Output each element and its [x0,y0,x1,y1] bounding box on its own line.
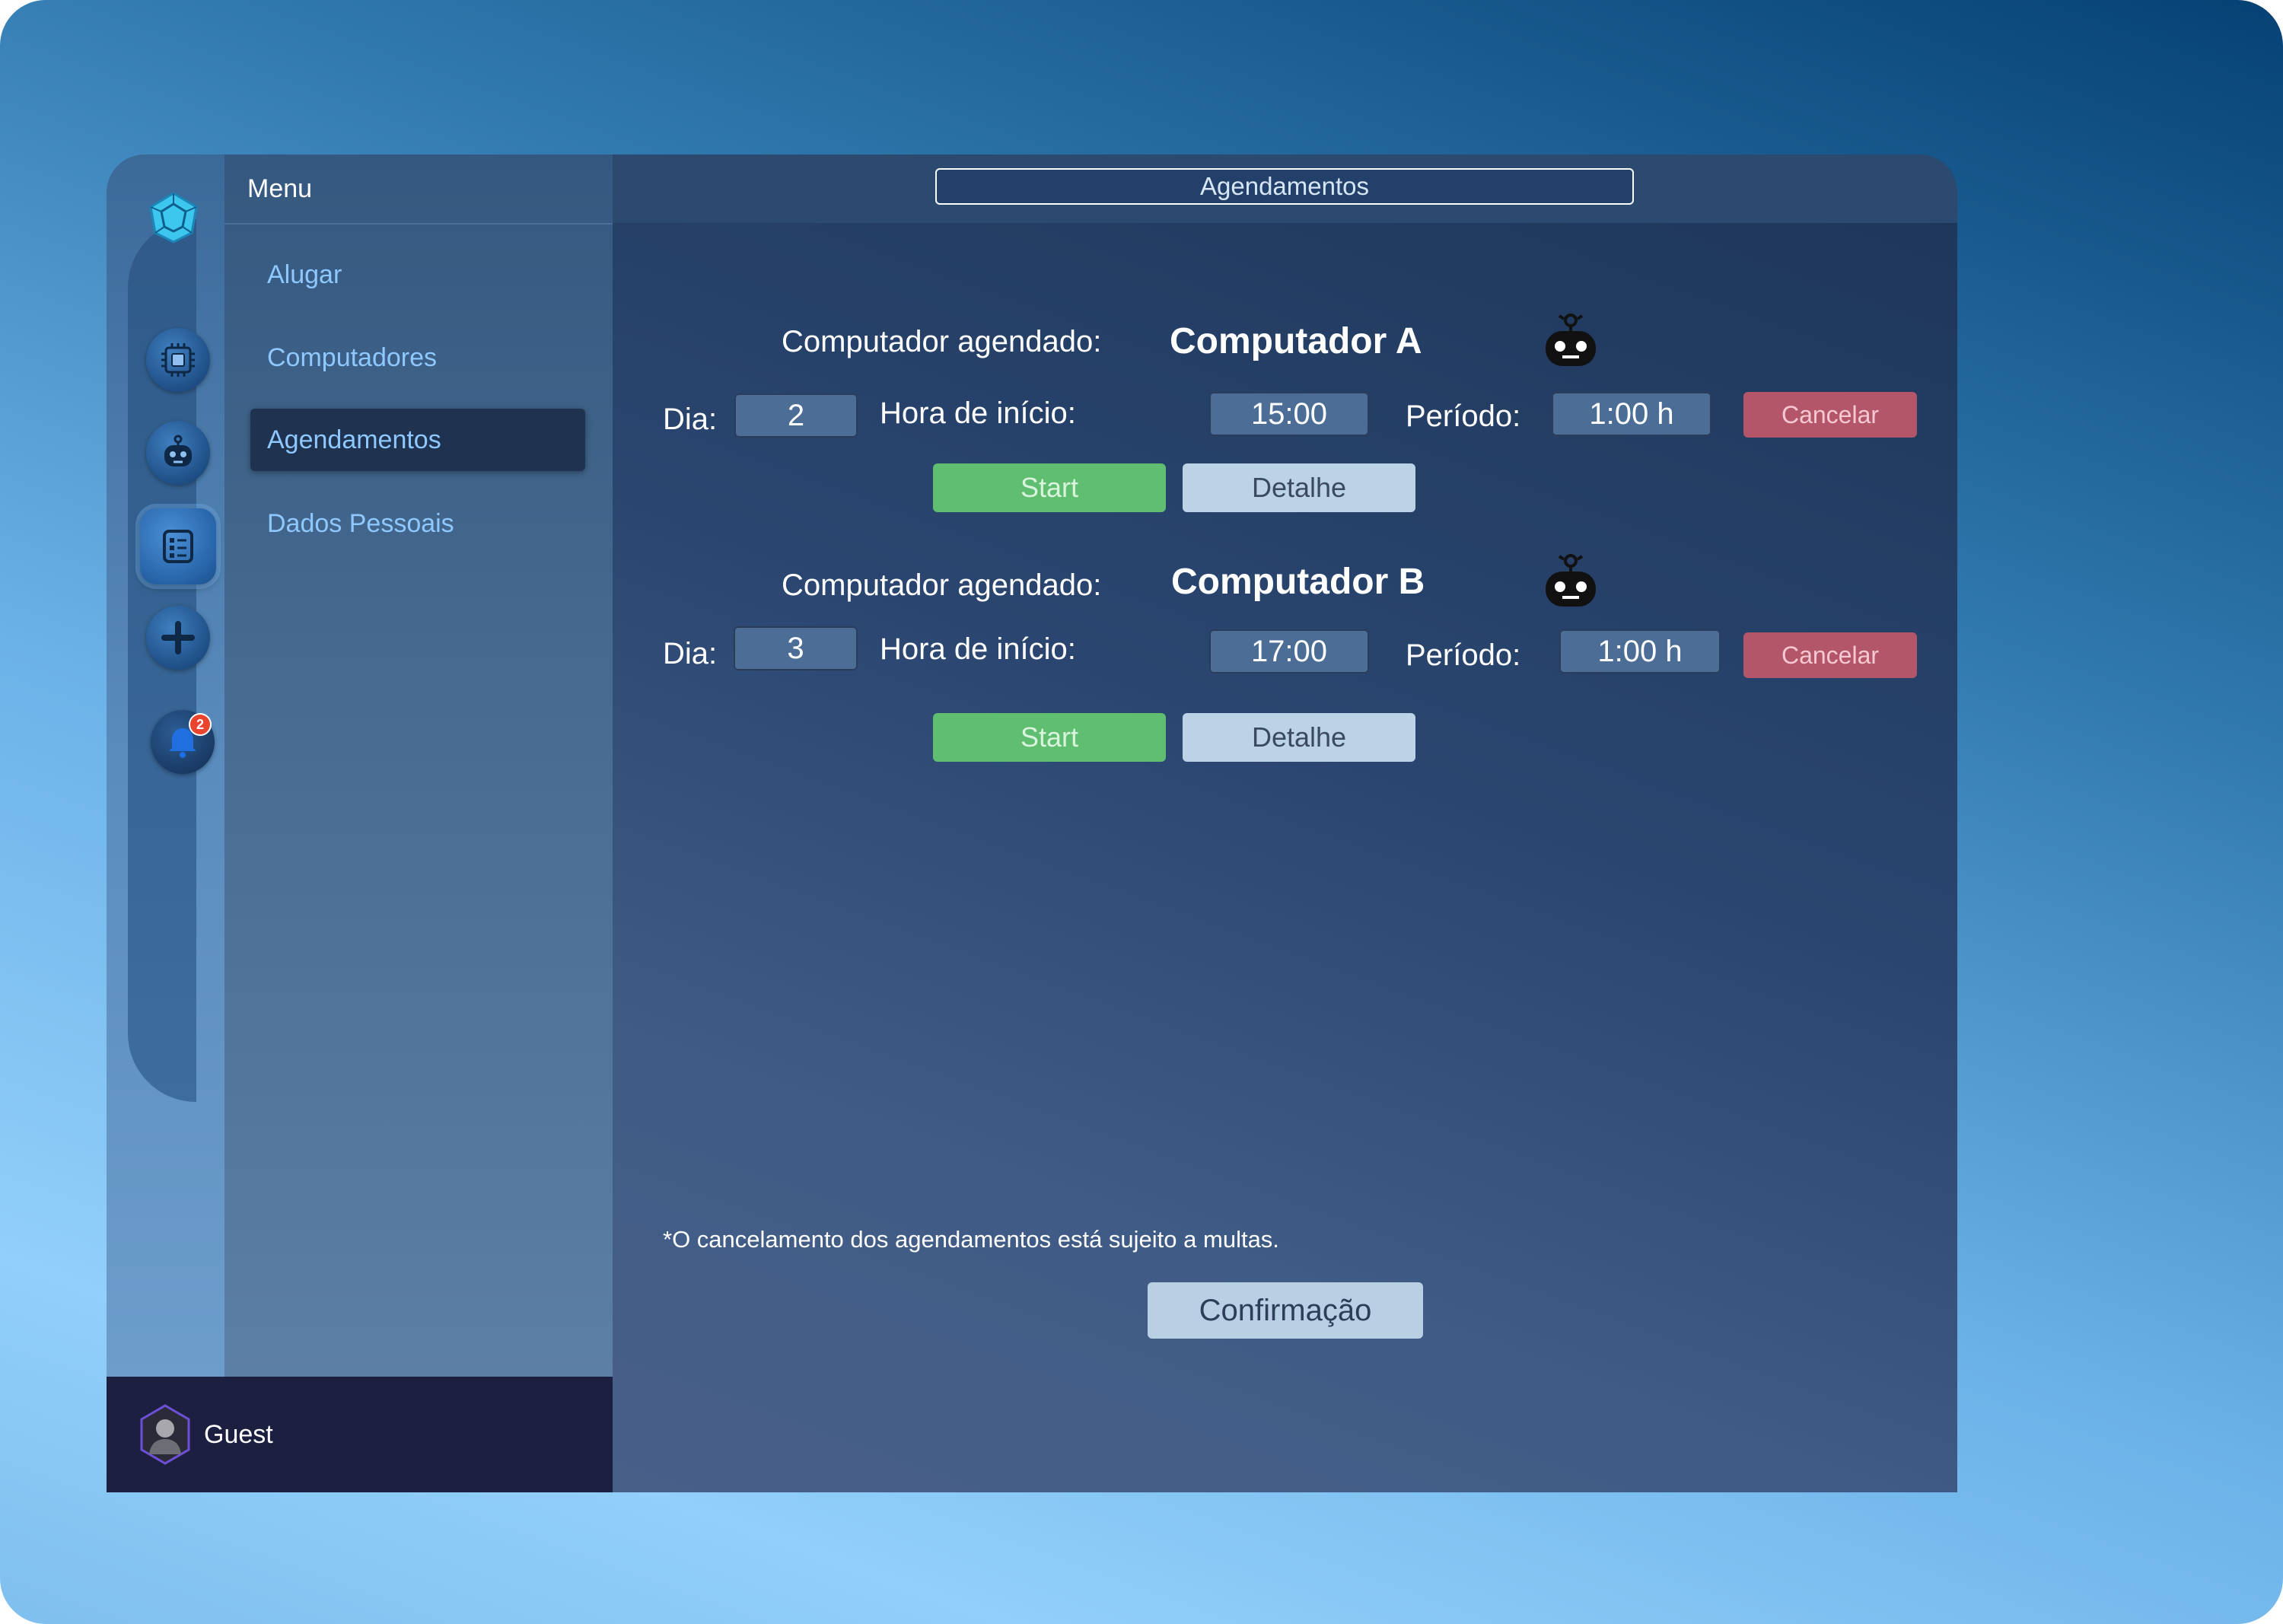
computer-name-b: Computador B [1171,562,1425,602]
menu-item-alugar[interactable]: Alugar [250,244,585,306]
day-label-a: Dia: [663,403,718,436]
confirm-button[interactable]: Confirmação [1148,1282,1423,1339]
menu-header: Menu [224,154,613,224]
chip-icon [161,343,195,377]
schedule-list-icon [163,530,193,563]
main-header: Agendamentos [613,154,1957,223]
cancel-button-a[interactable]: Cancelar [1743,392,1917,438]
schedules-button[interactable] [140,508,216,584]
start-button-a[interactable]: Start [933,463,1166,512]
avatar [140,1404,190,1465]
notifications-button[interactable]: 2 [151,710,215,774]
computers-robot-button[interactable] [146,421,210,485]
period-label-a: Período: [1406,400,1521,433]
period-label-b: Período: [1406,638,1521,672]
side-menu: Menu Alugar Computadores Agendamentos Da… [224,154,613,1377]
notification-count-badge: 2 [189,713,212,736]
start-time-label-b: Hora de início: [880,632,1076,666]
period-field-b[interactable]: 1:00 h [1559,629,1721,673]
robot-icon [1546,554,1596,607]
computer-label-b: Computador agendado: [782,568,1102,602]
user-bar[interactable]: Guest [107,1377,613,1492]
detail-button-b[interactable]: Detalhe [1183,713,1415,762]
menu-item-dados-pessoais[interactable]: Dados Pessoais [250,492,585,555]
plus-icon [161,621,195,654]
icon-rail: 2 [107,154,224,1377]
rent-chip-button[interactable] [146,328,210,392]
start-time-field-b[interactable]: 17:00 [1209,629,1369,673]
day-field-a[interactable]: 2 [734,393,858,438]
user-name: Guest [204,1419,273,1449]
menu-item-computadores[interactable]: Computadores [250,326,585,389]
cancel-button-b[interactable]: Cancelar [1743,632,1917,678]
add-button[interactable] [146,606,210,670]
main-content: Agendamentos Computador agendado: Comput… [613,154,1957,1492]
robot-icon [1546,314,1596,366]
start-button-b[interactable]: Start [933,713,1166,762]
app-window: 2 Menu Alugar Computadores Agendamentos … [107,154,1957,1492]
computer-label-a: Computador agendado: [782,325,1102,358]
page-title: Agendamentos [935,168,1634,205]
period-field-a[interactable]: 1:00 h [1552,392,1711,436]
day-field-b[interactable]: 3 [734,626,858,670]
detail-button-a[interactable]: Detalhe [1183,463,1415,512]
cancellation-note: *O cancelamento dos agendamentos está su… [663,1226,1279,1253]
day-label-b: Dia: [663,637,718,670]
desktop-backdrop: 2 Menu Alugar Computadores Agendamentos … [0,0,2283,1624]
computer-name-a: Computador A [1170,321,1422,361]
robot-icon [164,435,192,467]
app-logo-icon [146,190,201,245]
menu-item-agendamentos[interactable]: Agendamentos [250,409,585,471]
start-time-label-a: Hora de início: [880,396,1076,430]
start-time-field-a[interactable]: 15:00 [1209,392,1369,436]
